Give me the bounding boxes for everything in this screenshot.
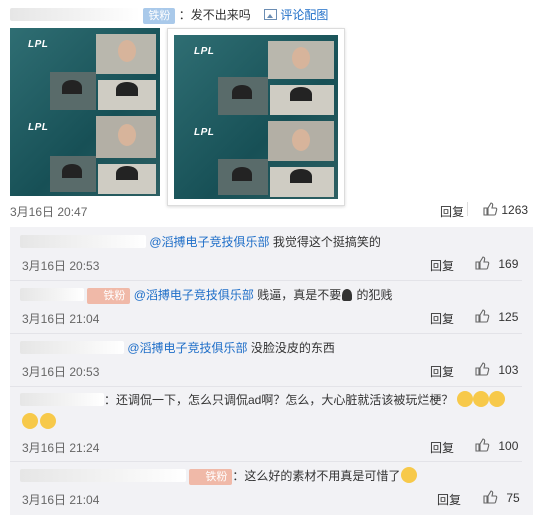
like-button[interactable]: 100 — [474, 437, 518, 453]
like-count: 125 — [498, 310, 519, 324]
main-comment-header: 铁粉 ：发不出来吗 评论配图 — [10, 6, 328, 24]
video-tile — [96, 34, 156, 74]
lpl-logo: LPL — [28, 39, 49, 50]
reply-time: 3月16日 20:53 — [22, 365, 100, 379]
fan-badge[interactable]: 铁粉 — [143, 8, 176, 24]
reply-text: 我觉得这个挺搞笑的 — [269, 235, 381, 249]
main-reply-button[interactable]: 回复 — [440, 203, 464, 220]
laugh-cry-emoji-icon — [456, 391, 473, 407]
reply-divider — [10, 280, 522, 281]
laugh-cry-emoji-icon — [22, 413, 38, 429]
comment-image-1[interactable]: LPL LPL — [10, 28, 160, 196]
reply-item: @滔搏电子竞技俱乐部 没脸没皮的东西 — [20, 339, 335, 357]
username-blurred[interactable] — [20, 235, 146, 248]
reply-time: 3月16日 20:53 — [22, 259, 100, 273]
video-tile — [96, 116, 156, 158]
fan-badge[interactable]: 铁粉 — [87, 288, 131, 304]
video-tile — [218, 77, 268, 115]
reply-item: @滔搏电子竞技俱乐部 我觉得这个挺搞笑的 — [20, 233, 381, 251]
view-image-link[interactable]: 评论配图 — [280, 8, 328, 22]
reply-divider — [10, 333, 522, 334]
username-blurred[interactable] — [20, 341, 124, 354]
thumbs-up-icon — [482, 489, 498, 505]
like-button[interactable]: 75 — [482, 489, 520, 505]
main-divider — [467, 202, 468, 216]
reply-button[interactable]: 回复 — [437, 491, 461, 508]
main-comment-text: ：发不出来吗 — [178, 8, 251, 22]
reply-button[interactable]: 回复 — [430, 257, 454, 274]
video-tile — [270, 167, 334, 197]
main-like-count: 1263 — [501, 203, 529, 217]
username-blurred[interactable] — [10, 8, 140, 21]
thumbs-up-icon — [474, 361, 490, 377]
thumbs-up-icon — [482, 201, 498, 217]
reply-item: 铁粉 ：这么好的素材不用真是可惜了 — [20, 467, 418, 485]
main-like-button[interactable]: 1263 — [482, 201, 528, 217]
reply-text: ：还调侃一下，怎么只调侃ad啊？怎么，大心脏就活该被玩烂梗？ — [104, 393, 454, 407]
reply-button[interactable]: 回复 — [430, 310, 454, 327]
like-count: 169 — [498, 257, 519, 271]
video-tile — [50, 72, 96, 110]
thumbs-up-icon — [474, 255, 490, 271]
lpl-logo: LPL — [194, 127, 215, 138]
like-button[interactable]: 125 — [474, 308, 518, 324]
reply-item: 铁粉 @滔搏电子竞技俱乐部 贱逼，真是不要 的犯贱 — [20, 286, 393, 304]
username-blurred[interactable] — [20, 469, 186, 482]
reply-time: 3月16日 21:24 — [22, 441, 100, 455]
video-tile — [268, 121, 334, 161]
reply-mention[interactable]: @滔搏电子竞技俱乐部 — [127, 341, 247, 355]
like-button[interactable]: 103 — [474, 361, 518, 377]
reply-divider — [10, 461, 522, 462]
laugh-cry-emoji-icon — [488, 391, 505, 407]
comment-image-2[interactable]: LPL LPL — [174, 35, 338, 199]
video-tile — [98, 164, 156, 194]
thumbs-up-icon — [474, 437, 490, 453]
video-tile — [270, 85, 334, 115]
smile-emoji-icon — [401, 467, 418, 483]
ghost-emoji-icon — [342, 289, 353, 301]
reply-text: ：这么好的素材不用真是可惜了 — [232, 469, 401, 483]
reply-time: 3月16日 21:04 — [22, 312, 100, 326]
video-tile — [50, 156, 96, 192]
username-blurred[interactable] — [20, 288, 84, 301]
laugh-cry-emoji-icon — [40, 413, 56, 429]
fan-badge[interactable]: 铁粉 — [189, 469, 233, 485]
main-comment-time: 3月16日 20:47 — [10, 205, 88, 219]
image-icon — [264, 9, 278, 20]
like-count: 100 — [498, 439, 519, 453]
video-tile — [218, 159, 268, 195]
thumbs-up-icon — [474, 308, 490, 324]
reply-button[interactable]: 回复 — [430, 439, 454, 456]
lpl-logo: LPL — [28, 122, 49, 133]
laugh-cry-emoji-icon — [472, 391, 489, 407]
video-tile — [268, 41, 334, 79]
username-blurred[interactable] — [20, 393, 104, 406]
reply-button[interactable]: 回复 — [430, 363, 454, 380]
reply-text-after: 的犯贱 — [353, 288, 393, 302]
reply-text: 没脸没皮的东西 — [247, 341, 335, 355]
comment-image-2-frame[interactable]: LPL LPL — [167, 28, 345, 206]
like-button[interactable]: 169 — [474, 255, 518, 271]
reply-text: 贱逼，真是不要 — [253, 288, 342, 302]
lpl-logo: LPL — [194, 46, 215, 57]
reply-item: ：还调侃一下，怎么只调侃ad啊？怎么，大心脏就活该被玩烂梗？ — [20, 391, 520, 409]
like-count: 103 — [498, 363, 519, 377]
reply-divider — [10, 386, 522, 387]
reply-emoji-line — [22, 413, 56, 429]
like-count: 75 — [506, 491, 520, 505]
reply-mention[interactable]: @滔搏电子竞技俱乐部 — [149, 235, 269, 249]
reply-time: 3月16日 21:04 — [22, 493, 100, 507]
video-tile — [98, 80, 156, 110]
reply-mention[interactable]: @滔搏电子竞技俱乐部 — [134, 288, 254, 302]
